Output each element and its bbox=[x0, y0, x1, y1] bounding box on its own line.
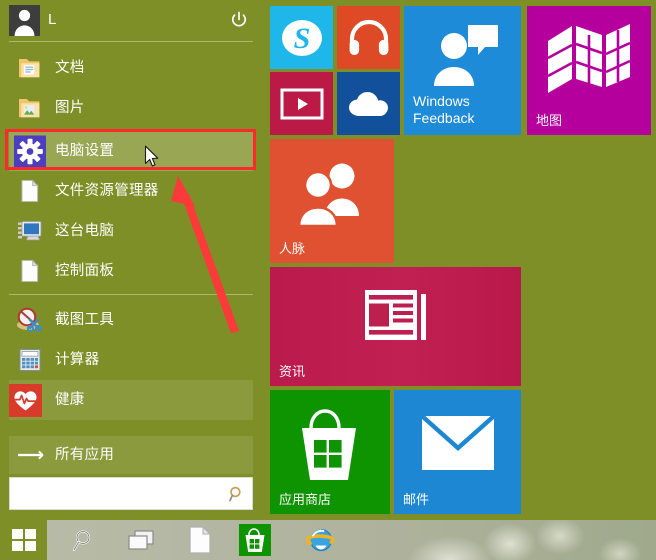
onedrive-cloud-icon bbox=[337, 72, 400, 135]
people-icon bbox=[270, 157, 394, 229]
tile-caption: 人脉 bbox=[279, 241, 306, 256]
control-panel-icon bbox=[14, 255, 46, 287]
sidebar-item-this-pc[interactable]: 这台电脑 bbox=[9, 211, 253, 251]
sidebar-item-calculator[interactable]: 计算器 bbox=[9, 340, 253, 380]
mouse-cursor bbox=[144, 145, 159, 167]
video-player-icon bbox=[270, 72, 333, 135]
taskbar-task-view-button[interactable] bbox=[117, 520, 165, 560]
sidebar-item-label: 控制面板 bbox=[55, 263, 115, 279]
sidebar-item-label: 文档 bbox=[55, 60, 85, 76]
sidebar-item-snipping-tool[interactable]: 截图工具 bbox=[9, 300, 253, 340]
taskbar-internet-explorer-button[interactable] bbox=[297, 520, 345, 560]
sidebar-item-file-explorer[interactable]: 文件资源管理器 bbox=[9, 171, 253, 211]
headphones-icon bbox=[337, 6, 400, 69]
snipping-tool-icon bbox=[14, 304, 46, 336]
svg-text:S: S bbox=[293, 22, 310, 55]
sidebar-item-label: 电脑设置 bbox=[55, 143, 115, 159]
all-apps-button[interactable]: ⟶ 所有应用 bbox=[9, 436, 253, 474]
search-input[interactable] bbox=[18, 478, 222, 511]
tile-grid: S Windows Feedback 地图 人脉 资讯 应用商店 邮件 bbox=[265, 0, 656, 520]
avatar[interactable] bbox=[9, 5, 40, 36]
arrow-right-icon: ⟶ bbox=[17, 445, 45, 466]
sidebar-item-health[interactable]: 健康 bbox=[9, 380, 253, 420]
sidebar-item-label: 这台电脑 bbox=[55, 223, 115, 239]
map-fold-icon bbox=[527, 20, 651, 98]
tile-skype[interactable]: S bbox=[270, 6, 333, 69]
skype-icon: S bbox=[270, 6, 333, 69]
tile-windows-feedback[interactable]: Windows Feedback bbox=[404, 6, 521, 135]
tile-onedrive[interactable] bbox=[337, 72, 400, 135]
sidebar-item-label: 图片 bbox=[55, 100, 85, 116]
feedback-person-icon bbox=[404, 18, 521, 94]
start-menu-left-column: L 文档 图片 电脑设置 文件资源管理器 这台电脑 控制面板 截图工具 计算器 … bbox=[0, 0, 262, 520]
power-icon[interactable] bbox=[225, 6, 253, 34]
user-name: L bbox=[48, 11, 57, 28]
tile-video[interactable] bbox=[270, 72, 333, 135]
divider-middle bbox=[9, 294, 253, 295]
tile-caption: 资讯 bbox=[279, 364, 306, 379]
sidebar-item-label: 文件资源管理器 bbox=[55, 183, 159, 199]
calculator-icon bbox=[14, 344, 46, 376]
taskbar-store-button[interactable] bbox=[239, 524, 271, 556]
this-pc-icon bbox=[14, 215, 46, 247]
tile-maps[interactable]: 地图 bbox=[527, 6, 651, 135]
tile-caption: 邮件 bbox=[403, 492, 430, 507]
sidebar-item-label: 健康 bbox=[55, 392, 85, 408]
divider-top bbox=[9, 41, 253, 42]
folder-pictures-icon bbox=[14, 92, 46, 124]
search-magnifier-icon[interactable] bbox=[228, 485, 246, 503]
search-box[interactable] bbox=[9, 477, 253, 511]
tile-store[interactable]: 应用商店 bbox=[270, 390, 390, 514]
tile-caption: Windows Feedback bbox=[413, 93, 475, 126]
taskbar bbox=[0, 520, 656, 560]
tile-mail[interactable]: 邮件 bbox=[394, 390, 521, 514]
sidebar-item-control-panel[interactable]: 控制面板 bbox=[9, 251, 253, 291]
folder-documents-icon bbox=[14, 52, 46, 84]
tile-people[interactable]: 人脉 bbox=[270, 139, 394, 263]
health-heart-icon bbox=[9, 380, 42, 420]
tile-news[interactable]: 资讯 bbox=[270, 267, 521, 386]
file-explorer-icon bbox=[14, 175, 46, 207]
sidebar-item-pictures[interactable]: 图片 bbox=[9, 88, 253, 128]
start-menu: L 文档 图片 电脑设置 文件资源管理器 这台电脑 控制面板 截图工具 计算器 … bbox=[0, 0, 656, 520]
tile-caption: 应用商店 bbox=[279, 492, 332, 507]
all-apps-label: 所有应用 bbox=[55, 447, 115, 463]
sidebar-item-pc-settings[interactable]: 电脑设置 bbox=[9, 131, 253, 171]
tile-music[interactable] bbox=[337, 6, 400, 69]
user-account-row[interactable]: L bbox=[0, 0, 262, 41]
gear-settings-icon bbox=[14, 135, 46, 167]
news-paper-icon bbox=[270, 289, 521, 341]
store-bag-icon bbox=[270, 404, 390, 484]
mail-envelope-icon bbox=[394, 410, 521, 476]
sidebar-item-documents[interactable]: 文档 bbox=[9, 48, 253, 88]
tile-caption: 地图 bbox=[536, 113, 563, 128]
taskbar-search-button[interactable] bbox=[58, 520, 106, 560]
sidebar-item-label: 计算器 bbox=[55, 352, 100, 368]
taskbar-background bbox=[150, 520, 656, 560]
start-button[interactable] bbox=[0, 520, 47, 560]
sidebar-item-label: 截图工具 bbox=[55, 312, 115, 328]
taskbar-file-explorer-button[interactable] bbox=[176, 520, 224, 560]
